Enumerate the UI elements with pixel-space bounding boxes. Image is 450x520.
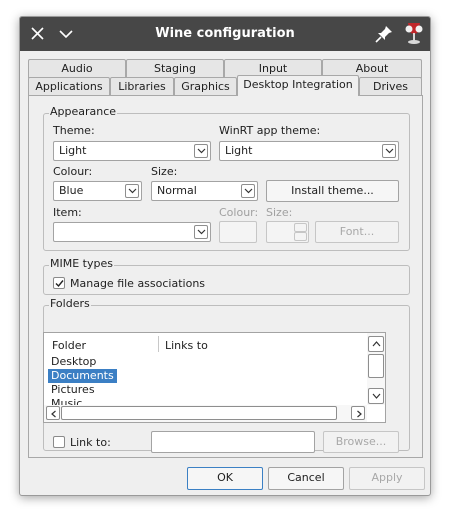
horizontal-scrollbar[interactable] bbox=[44, 405, 367, 422]
item-label: Item: bbox=[53, 206, 82, 219]
mime-types-group-title: MIME types bbox=[49, 257, 114, 270]
install-theme-button[interactable]: Install theme... bbox=[266, 180, 399, 202]
scroll-up-icon[interactable] bbox=[368, 336, 384, 352]
apply-button[interactable]: Apply bbox=[349, 467, 425, 490]
spin-down-icon[interactable] bbox=[294, 232, 307, 241]
wine-glass-app-icon bbox=[400, 20, 428, 48]
item-size-label: Size: bbox=[266, 206, 293, 219]
scroll-thumb[interactable] bbox=[368, 354, 384, 378]
colour-select-value: Blue bbox=[59, 184, 84, 197]
colour-label: Colour: bbox=[53, 165, 93, 178]
list-item[interactable]: Pictures bbox=[48, 383, 98, 397]
chevron-down-icon bbox=[125, 184, 139, 198]
link-to-label[interactable]: Link to: bbox=[70, 436, 111, 449]
manage-associations-checkbox[interactable] bbox=[53, 277, 65, 289]
appearance-group-title: Appearance bbox=[49, 105, 118, 118]
tab-graphics[interactable]: Graphics bbox=[174, 77, 237, 96]
column-divider bbox=[158, 336, 159, 352]
colour-select[interactable]: Blue bbox=[53, 181, 142, 201]
link-to-checkbox[interactable] bbox=[53, 436, 65, 448]
tab-desktop-integration[interactable]: Desktop Integration bbox=[237, 75, 359, 96]
size-select-value: Normal bbox=[157, 184, 197, 197]
list-item[interactable]: Desktop bbox=[48, 355, 99, 369]
vertical-scrollbar[interactable] bbox=[367, 333, 385, 405]
theme-label: Theme: bbox=[53, 124, 95, 137]
size-label: Size: bbox=[151, 165, 178, 178]
item-size-spinbox[interactable] bbox=[266, 221, 309, 243]
chevron-down-icon bbox=[194, 225, 208, 239]
tab-drives[interactable]: Drives bbox=[359, 77, 422, 96]
scroll-down-icon[interactable] bbox=[368, 388, 384, 404]
winrt-theme-label: WinRT app theme: bbox=[219, 124, 321, 137]
cancel-button[interactable]: Cancel bbox=[268, 467, 344, 490]
item-select[interactable] bbox=[53, 222, 211, 242]
scroll-thumb-horizontal[interactable] bbox=[61, 406, 337, 420]
scroll-right-icon[interactable] bbox=[351, 406, 365, 420]
winrt-theme-select[interactable]: Light bbox=[219, 141, 399, 161]
title-bar: Wine configuration bbox=[20, 17, 430, 51]
tab-staging[interactable]: Staging bbox=[126, 59, 224, 78]
tab-audio[interactable]: Audio bbox=[28, 59, 126, 78]
chevron-down-icon bbox=[382, 144, 396, 158]
chevron-down-icon bbox=[241, 184, 255, 198]
tab-libraries[interactable]: Libraries bbox=[110, 77, 174, 96]
tab-applications[interactable]: Applications bbox=[28, 77, 110, 96]
link-to-field[interactable] bbox=[151, 431, 315, 453]
theme-select[interactable]: Light bbox=[53, 141, 211, 161]
pin-icon[interactable] bbox=[372, 22, 396, 46]
folders-list[interactable]: Folder Links to Desktop Documents Pictur… bbox=[43, 332, 386, 423]
folders-group-title: Folders bbox=[49, 297, 91, 310]
item-colour-label: Colour: bbox=[219, 206, 259, 219]
ok-button[interactable]: OK bbox=[187, 467, 263, 490]
theme-select-value: Light bbox=[59, 144, 87, 157]
font-button[interactable]: Font... bbox=[315, 221, 399, 243]
tab-panel: Appearance Theme: Light WinRT app theme:… bbox=[28, 95, 423, 458]
column-header-links-to[interactable]: Links to bbox=[165, 339, 208, 352]
winrt-theme-select-value: Light bbox=[225, 144, 253, 157]
column-header-folder[interactable]: Folder bbox=[52, 339, 86, 352]
window-title: Wine configuration bbox=[155, 26, 295, 41]
browse-button[interactable]: Browse... bbox=[323, 431, 399, 453]
chevron-down-icon bbox=[194, 144, 208, 158]
spin-up-icon[interactable] bbox=[294, 223, 307, 232]
wine-config-window: Wine configuration Audio Staging Input A… bbox=[19, 16, 431, 496]
scroll-left-icon[interactable] bbox=[46, 406, 60, 420]
list-item-selected[interactable]: Documents bbox=[48, 369, 117, 383]
manage-associations-label[interactable]: Manage file associations bbox=[70, 277, 205, 290]
item-colour-swatch[interactable] bbox=[219, 221, 257, 243]
size-select[interactable]: Normal bbox=[151, 181, 258, 201]
